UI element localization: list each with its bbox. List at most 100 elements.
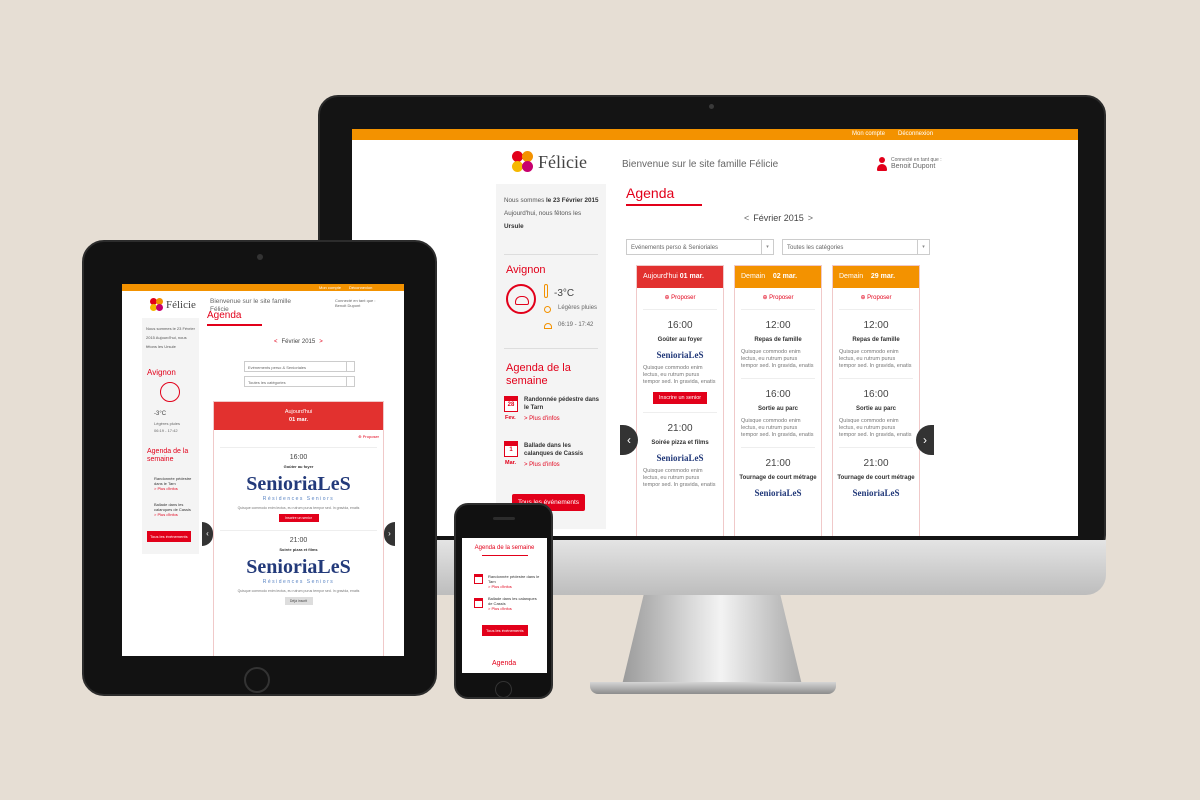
event-item: Ballade dans les calanques de Cassis > Pl…	[488, 596, 540, 611]
register-senior-button[interactable]: Inscrire un senior	[653, 392, 707, 404]
sunrise-icon	[544, 323, 552, 329]
next-month-button[interactable]: >	[319, 339, 323, 345]
event-title: Sortie au parc	[757, 406, 798, 412]
category-filter-select[interactable]: Toutes les catégories ▾	[782, 239, 930, 255]
phone-device: Agenda de la semaine Randonnée pédestre …	[454, 503, 553, 699]
event-title: Soirée pizza et films	[279, 547, 318, 552]
title-underline	[207, 324, 262, 326]
calendar-icon: 1	[504, 441, 518, 457]
logout-link[interactable]: Déconnexion	[898, 131, 933, 137]
event-title: Ballade dans les calanques de Cassis	[524, 443, 584, 457]
event-time: 16:00	[863, 389, 889, 400]
monitor-stand-base	[590, 682, 836, 694]
welcome-text: Bienvenue sur le site famille Félicie	[622, 159, 779, 170]
phone-screen: Agenda de la semaine Randonnée pédestre …	[462, 538, 547, 673]
user-info[interactable]: Connecté en tant que : Benoit Dupont	[335, 298, 383, 308]
event-title: Randonnée pédestre dans le Tarn	[524, 397, 600, 411]
senioriales-logo: SenioriaLeS	[656, 453, 704, 463]
event-time: 21:00	[765, 458, 791, 469]
more-info-link[interactable]: > Plus d'infos	[154, 512, 196, 517]
account-link[interactable]: Mon compte	[319, 285, 341, 290]
day-header: Demain 29 mar.	[833, 266, 919, 288]
register-senior-button[interactable]: Inscrire un senior	[278, 514, 319, 522]
event-item: Randonnée pédestre dans le Tarn > Plus d'…	[154, 476, 196, 491]
event-title: Repas de famille	[754, 337, 802, 343]
month-navigation: < Février 2015 >	[274, 339, 323, 345]
weather-cloud-icon	[160, 382, 180, 402]
event-title: Tournage de court métrage	[739, 475, 817, 481]
event-description: Quisque commodo enim lectus, eu rutrum p…	[741, 418, 814, 438]
category-filter-select[interactable]: Toutes les catégories	[244, 376, 355, 387]
chevron-down-icon	[346, 377, 354, 386]
more-info-link[interactable]: > Plus d'infos	[154, 486, 196, 491]
event-time: 16:00	[289, 454, 308, 461]
propose-link[interactable]: ⊕ Proposer	[735, 294, 821, 301]
senioriales-logo: SenioriaLeS	[656, 350, 704, 360]
weather-description: Légères pluies	[154, 421, 181, 426]
more-info-link[interactable]: > Plus d'infos	[488, 584, 540, 589]
calendar-icon: 28	[504, 396, 518, 412]
title-underline	[481, 555, 528, 556]
event-title: Repas de famille	[852, 337, 900, 343]
page-title: Agenda	[492, 660, 517, 667]
page-title: Agenda	[207, 310, 242, 321]
event-item: Ballade dans les calanques de Cassis > Pl…	[154, 502, 196, 517]
temperature: -3°C	[554, 288, 575, 299]
more-info-link[interactable]: > Plus d'infos	[488, 606, 540, 611]
event-time: 16:00	[667, 320, 693, 331]
logout-link[interactable]: Déconnexion	[349, 285, 372, 290]
month-navigation: < Février 2015 >	[744, 213, 814, 223]
events-filter-select[interactable]: Evénements perso & Senioriales ▾	[626, 239, 774, 255]
events-filter-select[interactable]: Evénements perso & Senioriales	[244, 361, 355, 372]
week-agenda-title: Agenda de la semaine	[147, 448, 189, 463]
event-title: Sortie au parc	[855, 406, 896, 412]
city-name: Avignon	[506, 264, 546, 276]
speaker	[493, 517, 515, 520]
site-logo[interactable]: Félicie	[512, 151, 587, 173]
senioriales-logo: SenioriaLeS	[852, 488, 900, 498]
event-title: Tournage de court métrage	[837, 475, 915, 481]
already-registered-button[interactable]: Déjà inscrit	[284, 597, 313, 605]
site-logo[interactable]: Félicie	[150, 298, 196, 312]
event-description: Quisque commodo enim lectus, eu rutrum p…	[643, 468, 716, 488]
propose-link[interactable]: ⊕ Proposer	[833, 294, 919, 301]
user-info[interactable]: Connecté en tant que : Benoit Dupont	[877, 157, 942, 171]
top-bar: Mon compte Déconnexion	[352, 129, 1078, 140]
sidebar: Nous sommes le 23 Février 2015 Aujourd'h…	[496, 184, 606, 529]
prev-month-button[interactable]: <	[274, 339, 278, 345]
prev-day-arrow[interactable]: ‹	[202, 522, 213, 546]
city-name: Avignon	[147, 368, 176, 377]
next-month-button[interactable]: >	[808, 213, 813, 223]
all-events-button[interactable]: Tous les événements	[482, 625, 528, 636]
calendar-icon	[474, 574, 483, 584]
week-agenda-title: Agenda de la semaine	[474, 545, 535, 551]
more-info-link[interactable]: > Plus d'infos	[524, 416, 560, 422]
event-description: Quisque commodo enim lectus, eu rutrum p…	[237, 506, 360, 510]
chevron-down-icon	[346, 362, 354, 371]
day-header: Aujourd'hui 01 mar.	[637, 266, 723, 288]
event-description: Quisque commodo enim lectus, eu rutrum p…	[237, 589, 360, 593]
user-icon	[877, 157, 887, 171]
top-bar: Mon compte Déconnexion	[122, 284, 404, 291]
calendar-icon	[474, 598, 483, 608]
date-info: Nous sommes le 23 Février 2015 Aujourd'h…	[504, 197, 599, 230]
rain-icon	[544, 306, 551, 313]
propose-link[interactable]: ⊕ Proposer	[214, 434, 383, 439]
chevron-down-icon: ▾	[917, 240, 929, 254]
temperature: -3°C	[154, 411, 167, 417]
prev-month-button[interactable]: <	[744, 213, 749, 223]
senioriales-logo: SenioriaLeS	[754, 488, 802, 498]
senioriales-logo: SenioriaLeS Résidences Seniors	[246, 473, 351, 502]
day-header: Aujourd'hui 01 mar.	[214, 402, 383, 430]
account-link[interactable]: Mon compte	[852, 131, 885, 137]
next-day-arrow[interactable]: ›	[384, 522, 395, 546]
event-title: Soirée pizza et films	[651, 440, 709, 446]
event-time: 21:00	[863, 458, 889, 469]
event-title: Goûter au foyer	[283, 464, 314, 469]
propose-link[interactable]: ⊕ Proposer	[637, 294, 723, 301]
all-events-button[interactable]: Tous les événements	[147, 531, 191, 542]
day-column-tomorrow: Demain 02 mar. ⊕ Proposer 12:00 Repas de…	[734, 265, 822, 536]
event-time: 16:00	[765, 389, 791, 400]
more-info-link[interactable]: > Plus d'infos	[524, 462, 560, 468]
event-time: 21:00	[289, 537, 308, 544]
